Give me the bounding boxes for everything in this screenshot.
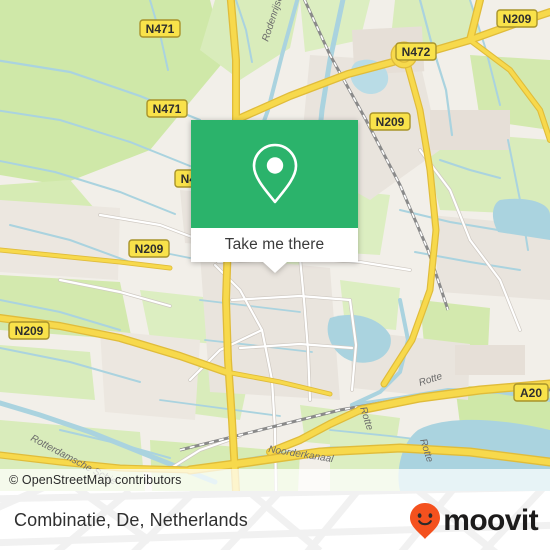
road-shield-label: N209 [15, 324, 44, 338]
callout-tail [262, 262, 287, 273]
place-title: Combinatie, De, Netherlands [14, 510, 248, 530]
moovit-wordmark: moovit [443, 503, 538, 537]
road-shield: N471 [139, 19, 181, 38]
road-shield: N209 [8, 321, 50, 340]
moovit-place-card: Rodenrijse Vaart Rotterdamsche Schie Noord… [0, 0, 550, 550]
moovit-smiley-pin-icon [410, 502, 441, 539]
road-shield: N209 [369, 112, 411, 131]
road-shield: N209 [128, 239, 170, 258]
road-shield-label: N472 [402, 45, 431, 59]
map-attribution[interactable]: © OpenStreetMap contributors [0, 469, 550, 491]
road-shield: N471 [146, 99, 188, 118]
road-shield: N209 [496, 9, 538, 28]
attribution-text: © OpenStreetMap contributors [9, 473, 182, 487]
road-shield-label: N471 [146, 22, 175, 36]
moovit-logo[interactable]: moovit [409, 502, 539, 540]
road-shield-label: N209 [376, 115, 405, 129]
footer-bar: Combinatie, De, Netherlands moovit [0, 491, 550, 550]
road-shield-label: N209 [135, 242, 164, 256]
callout-icon-area [191, 120, 358, 228]
map-callout-card[interactable]: Take me there [191, 120, 358, 273]
take-me-there-button[interactable]: Take me there [191, 228, 358, 273]
map-canvas[interactable]: Rodenrijse Vaart Rotterdamsche Schie Noord… [0, 0, 550, 491]
road-shield-label: A20 [520, 386, 542, 400]
road-shield-label: N209 [503, 12, 532, 26]
map-pin-icon [252, 143, 297, 204]
take-me-there-label: Take me there [224, 236, 325, 253]
road-shield: N472 [395, 42, 437, 61]
road-shield: A20 [513, 383, 549, 402]
road-shield-label: N471 [153, 102, 182, 116]
